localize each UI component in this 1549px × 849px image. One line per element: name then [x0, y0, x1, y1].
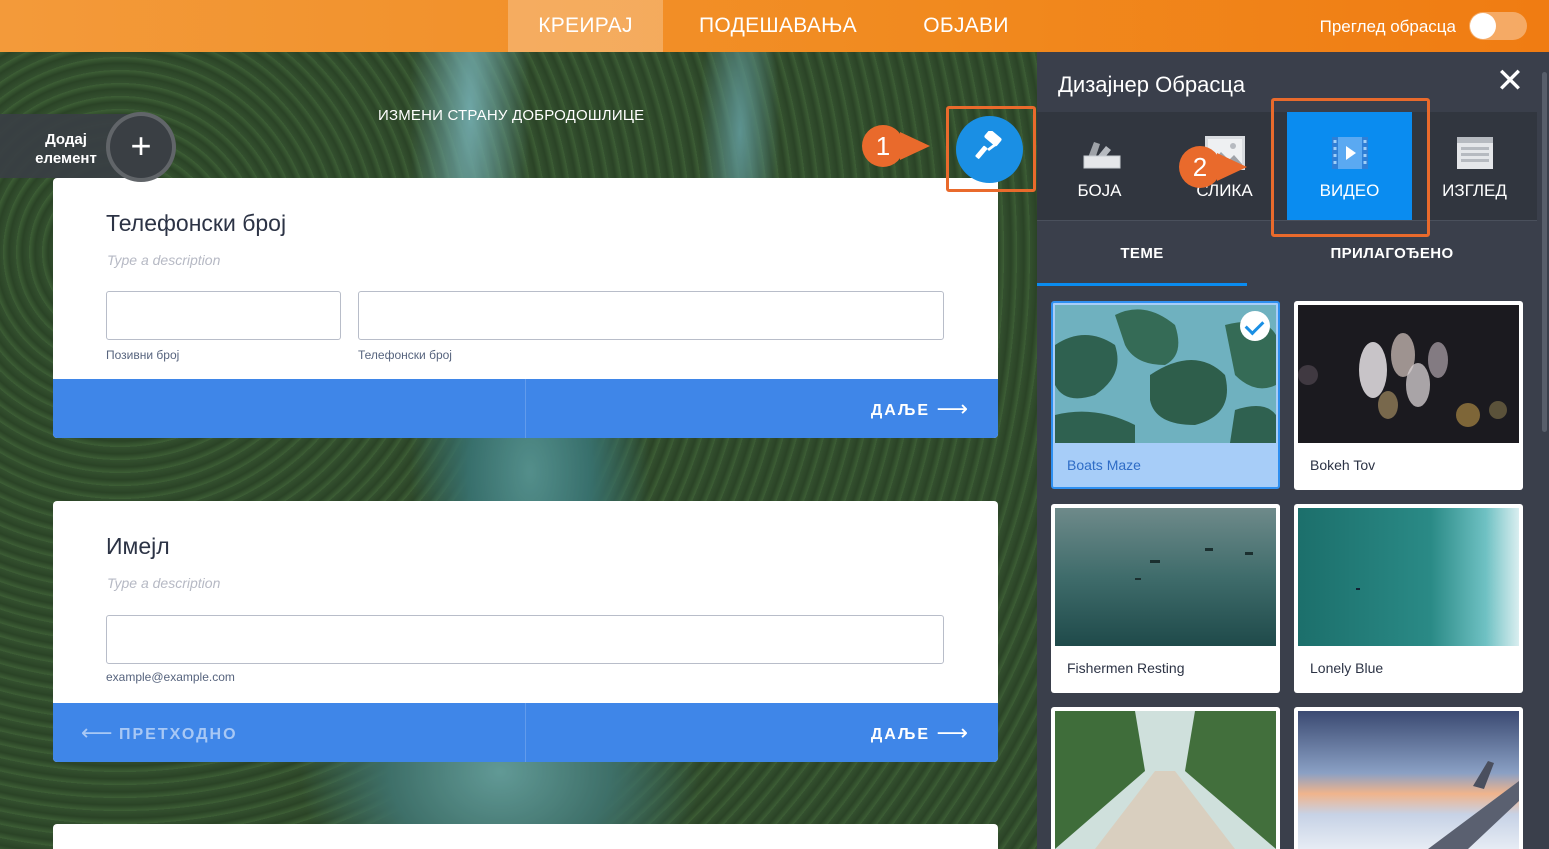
- highlight-box-designer: [946, 106, 1036, 192]
- scrollbar-thumb[interactable]: [1542, 72, 1547, 432]
- email-card-footer: ⟵ ПРЕТХОДНО ДАЉЕ ⟶: [53, 703, 998, 762]
- callout-2: 2: [1179, 146, 1259, 190]
- tab-create[interactable]: КРЕИРАЈ: [508, 0, 663, 52]
- callout-1-number: 1: [862, 125, 904, 167]
- next-button[interactable]: ДАЉЕ ⟶: [871, 703, 968, 762]
- phone-number-sublabel: Телефонски број: [358, 348, 452, 362]
- next-button[interactable]: ДАЉЕ ⟶: [871, 379, 968, 438]
- bokeh-tov-thumbnail: [1298, 305, 1519, 443]
- paint-roller-icon: [975, 131, 1002, 159]
- lonely-blue-thumbnail: [1298, 508, 1519, 646]
- callout-2-arrow: [1217, 153, 1247, 181]
- callout-2-number: 2: [1179, 146, 1221, 188]
- next-question-card: [53, 824, 998, 849]
- tab-settings[interactable]: ПОДЕШАВАЊА: [678, 0, 878, 52]
- fishermen-resting-thumbnail: [1055, 508, 1276, 646]
- top-navigation-bar: КРЕИРАЈ ПОДЕШАВАЊА ОБЈАВИ Преглед обрасц…: [0, 0, 1549, 52]
- video-theme-bokeh-tov[interactable]: Bokeh Tov: [1294, 301, 1523, 490]
- tab-color[interactable]: БОЈА: [1037, 112, 1162, 220]
- tab-layout-label: ИЗГЛЕД: [1442, 181, 1507, 200]
- footer-divider: [525, 379, 526, 438]
- panel-scrollbar[interactable]: [1540, 52, 1549, 849]
- video-theme-label: Boats Maze: [1067, 457, 1141, 473]
- video-theme-label: Fishermen Resting: [1067, 660, 1185, 676]
- email-sublabel: example@example.com: [106, 670, 235, 684]
- email-input[interactable]: [106, 615, 944, 664]
- email-question-title[interactable]: Имејл: [106, 533, 170, 560]
- form-preview-label: Преглед обрасца: [1319, 17, 1456, 36]
- color-palette-icon: [1083, 142, 1121, 169]
- phone-card-footer: ДАЉЕ ⟶: [53, 379, 998, 438]
- video-theme-lonely-blue[interactable]: Lonely Blue: [1294, 504, 1523, 693]
- form-preview-toggle[interactable]: [1469, 12, 1527, 40]
- add-element-label: Додај елемент: [35, 131, 97, 167]
- add-element-button[interactable]: Додај елемент +: [0, 112, 176, 182]
- tab-publish[interactable]: ОБЈАВИ: [906, 0, 1026, 52]
- callout-1-arrow: [900, 132, 930, 160]
- arrow-right-icon: ⟶: [936, 720, 968, 745]
- previous-button[interactable]: ⟵ ПРЕТХОДНО: [81, 703, 238, 762]
- footer-divider: [525, 703, 526, 762]
- arrow-right-icon: ⟶: [936, 396, 968, 421]
- phone-question-description[interactable]: Type a description: [107, 252, 220, 268]
- airplane-wing-thumbnail: [1298, 711, 1519, 849]
- selected-check-icon: [1240, 311, 1270, 341]
- arrow-left-icon: ⟵: [81, 720, 113, 745]
- tab-color-label: БОЈА: [1077, 181, 1122, 200]
- highlight-box-video-tab: [1271, 98, 1430, 237]
- video-theme-label: Bokeh Tov: [1310, 457, 1376, 473]
- email-question-description[interactable]: Type a description: [107, 575, 220, 591]
- video-theme-road[interactable]: [1051, 707, 1280, 849]
- email-question-card: Имејл Type a description example@example…: [53, 501, 998, 762]
- area-code-sublabel: Позивни број: [106, 348, 180, 362]
- next-button-label: ДАЉЕ: [870, 402, 930, 419]
- plus-icon[interactable]: +: [106, 112, 176, 182]
- tab-layout[interactable]: ИЗГЛЕД: [1412, 112, 1537, 220]
- video-theme-airplane[interactable]: [1294, 707, 1523, 849]
- road-thumbnail: [1055, 711, 1276, 849]
- layout-icon: [1457, 137, 1493, 169]
- close-icon[interactable]: ✕: [1495, 64, 1525, 98]
- video-theme-grid: Boats Maze Bokeh Tov Fishermen Resting L…: [1037, 286, 1537, 849]
- toggle-knob: [1470, 13, 1496, 39]
- phone-number-input[interactable]: [358, 291, 944, 340]
- previous-button-label: ПРЕТХОДНО: [119, 726, 238, 743]
- phone-question-title[interactable]: Телефонски број: [106, 210, 286, 237]
- area-code-input[interactable]: [106, 291, 341, 340]
- form-designer-button[interactable]: [956, 116, 1023, 183]
- video-theme-label: Lonely Blue: [1310, 660, 1384, 676]
- subtab-themes[interactable]: ТЕМЕ: [1037, 221, 1247, 287]
- next-button-label: ДАЉЕ: [870, 726, 930, 743]
- phone-number-question-card: Телефонски број Type a description Позив…: [53, 178, 998, 438]
- callout-1: 1: [862, 125, 942, 169]
- form-designer-title: Дизајнер Обрасца: [1058, 72, 1246, 97]
- edit-welcome-page-link[interactable]: ИЗМЕНИ СТРАНУ ДОБРОДОШЛИЦЕ: [378, 107, 644, 124]
- video-theme-fishermen-resting[interactable]: Fishermen Resting: [1051, 504, 1280, 693]
- video-theme-boats-maze[interactable]: Boats Maze: [1051, 301, 1280, 489]
